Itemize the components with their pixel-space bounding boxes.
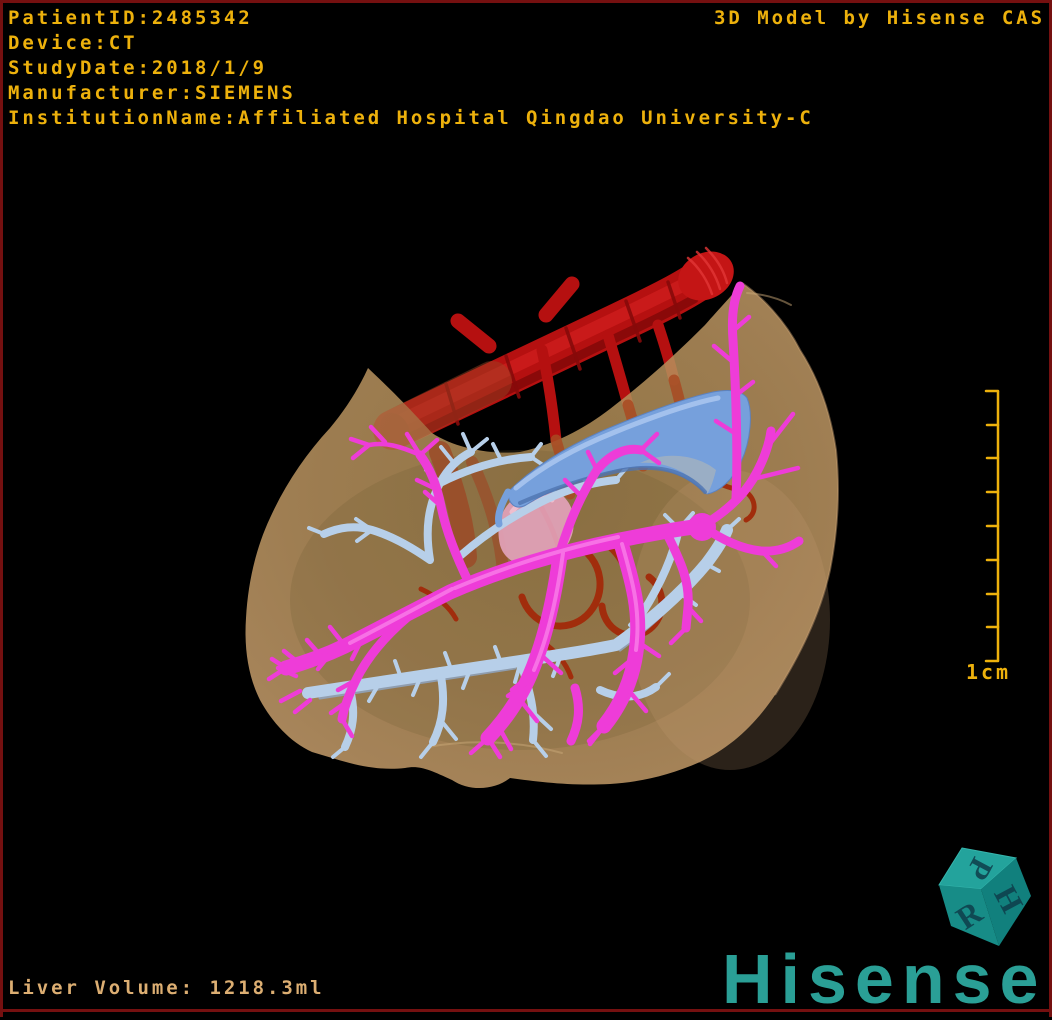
- ruler-ticks: [986, 391, 998, 661]
- brand-cube: P H R: [939, 848, 1031, 946]
- device-text: Device:CT: [8, 32, 138, 54]
- patient-id-text: PatientID:2485342: [8, 7, 253, 29]
- aorta-branch-stub-left: [458, 321, 489, 346]
- study-date-text: StudyDate:2018/1/9: [8, 57, 267, 79]
- viewer-frame-border-bottom: [0, 1009, 1052, 1012]
- scale-label: 1cm: [966, 660, 1011, 684]
- aorta-branch-stub-up: [546, 284, 572, 315]
- watermark-text: 3D Model by Hisense CAS: [714, 7, 1045, 29]
- scale-ruler: [986, 391, 998, 661]
- institution-text: InstitutionName:Affiliated Hospital Qing…: [8, 107, 814, 129]
- aorta-under-liver-wash: [393, 381, 492, 430]
- liver-3d-viewport[interactable]: P H R: [0, 0, 1052, 1020]
- hisense-logo: Hisense: [722, 944, 1046, 1014]
- 3d-viewer-screen: P H R PatientID:2485342 Device:CT StudyD…: [0, 0, 1052, 1020]
- manufacturer-text: Manufacturer:SIEMENS: [8, 82, 296, 104]
- liver-volume-text: Liver Volume: 1218.3ml: [8, 977, 325, 999]
